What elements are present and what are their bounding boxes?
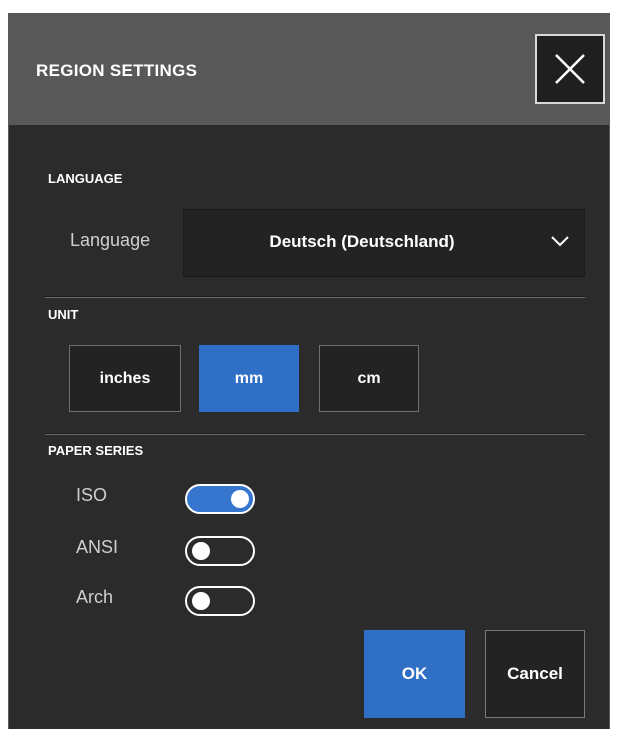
language-field-label: Language xyxy=(70,230,151,250)
language-dropdown[interactable]: Deutsch (Deutschland) xyxy=(183,209,585,277)
toggle-label-ansi: ANSI xyxy=(76,537,119,557)
arch-toggle[interactable] xyxy=(185,586,255,616)
cancel-button[interactable]: Cancel xyxy=(485,630,585,718)
iso-toggle[interactable] xyxy=(185,484,255,514)
toggle-knob xyxy=(192,542,210,560)
section-divider xyxy=(45,296,585,298)
ok-button[interactable]: OK xyxy=(364,630,465,718)
language-section-heading: LANGUAGE xyxy=(48,171,123,186)
close-icon xyxy=(555,54,585,84)
unit-section-heading: UNIT xyxy=(48,307,79,322)
toggle-knob xyxy=(192,592,210,610)
paper-series-section-heading: PAPER SERIES xyxy=(48,443,144,458)
region-settings-dialog: REGION SETTINGS LANGUAGE Language Deutsc… xyxy=(8,13,610,729)
unit-option-mm[interactable]: mm xyxy=(199,345,299,412)
dialog-title: REGION SETTINGS xyxy=(36,61,198,80)
dialog-header: REGION SETTINGS xyxy=(9,13,609,125)
unit-option-cm[interactable]: cm xyxy=(319,345,419,412)
language-selected-value: Deutsch (Deutschland) xyxy=(269,232,455,251)
section-divider xyxy=(45,433,585,435)
unit-option-inches[interactable]: inches xyxy=(69,345,181,412)
close-button[interactable] xyxy=(535,34,605,104)
chevron-down-icon xyxy=(551,236,569,247)
ansi-toggle[interactable] xyxy=(185,536,255,566)
toggle-label-arch: Arch xyxy=(76,587,114,607)
toggle-knob xyxy=(231,490,249,508)
toggle-label-iso: ISO xyxy=(76,485,108,505)
